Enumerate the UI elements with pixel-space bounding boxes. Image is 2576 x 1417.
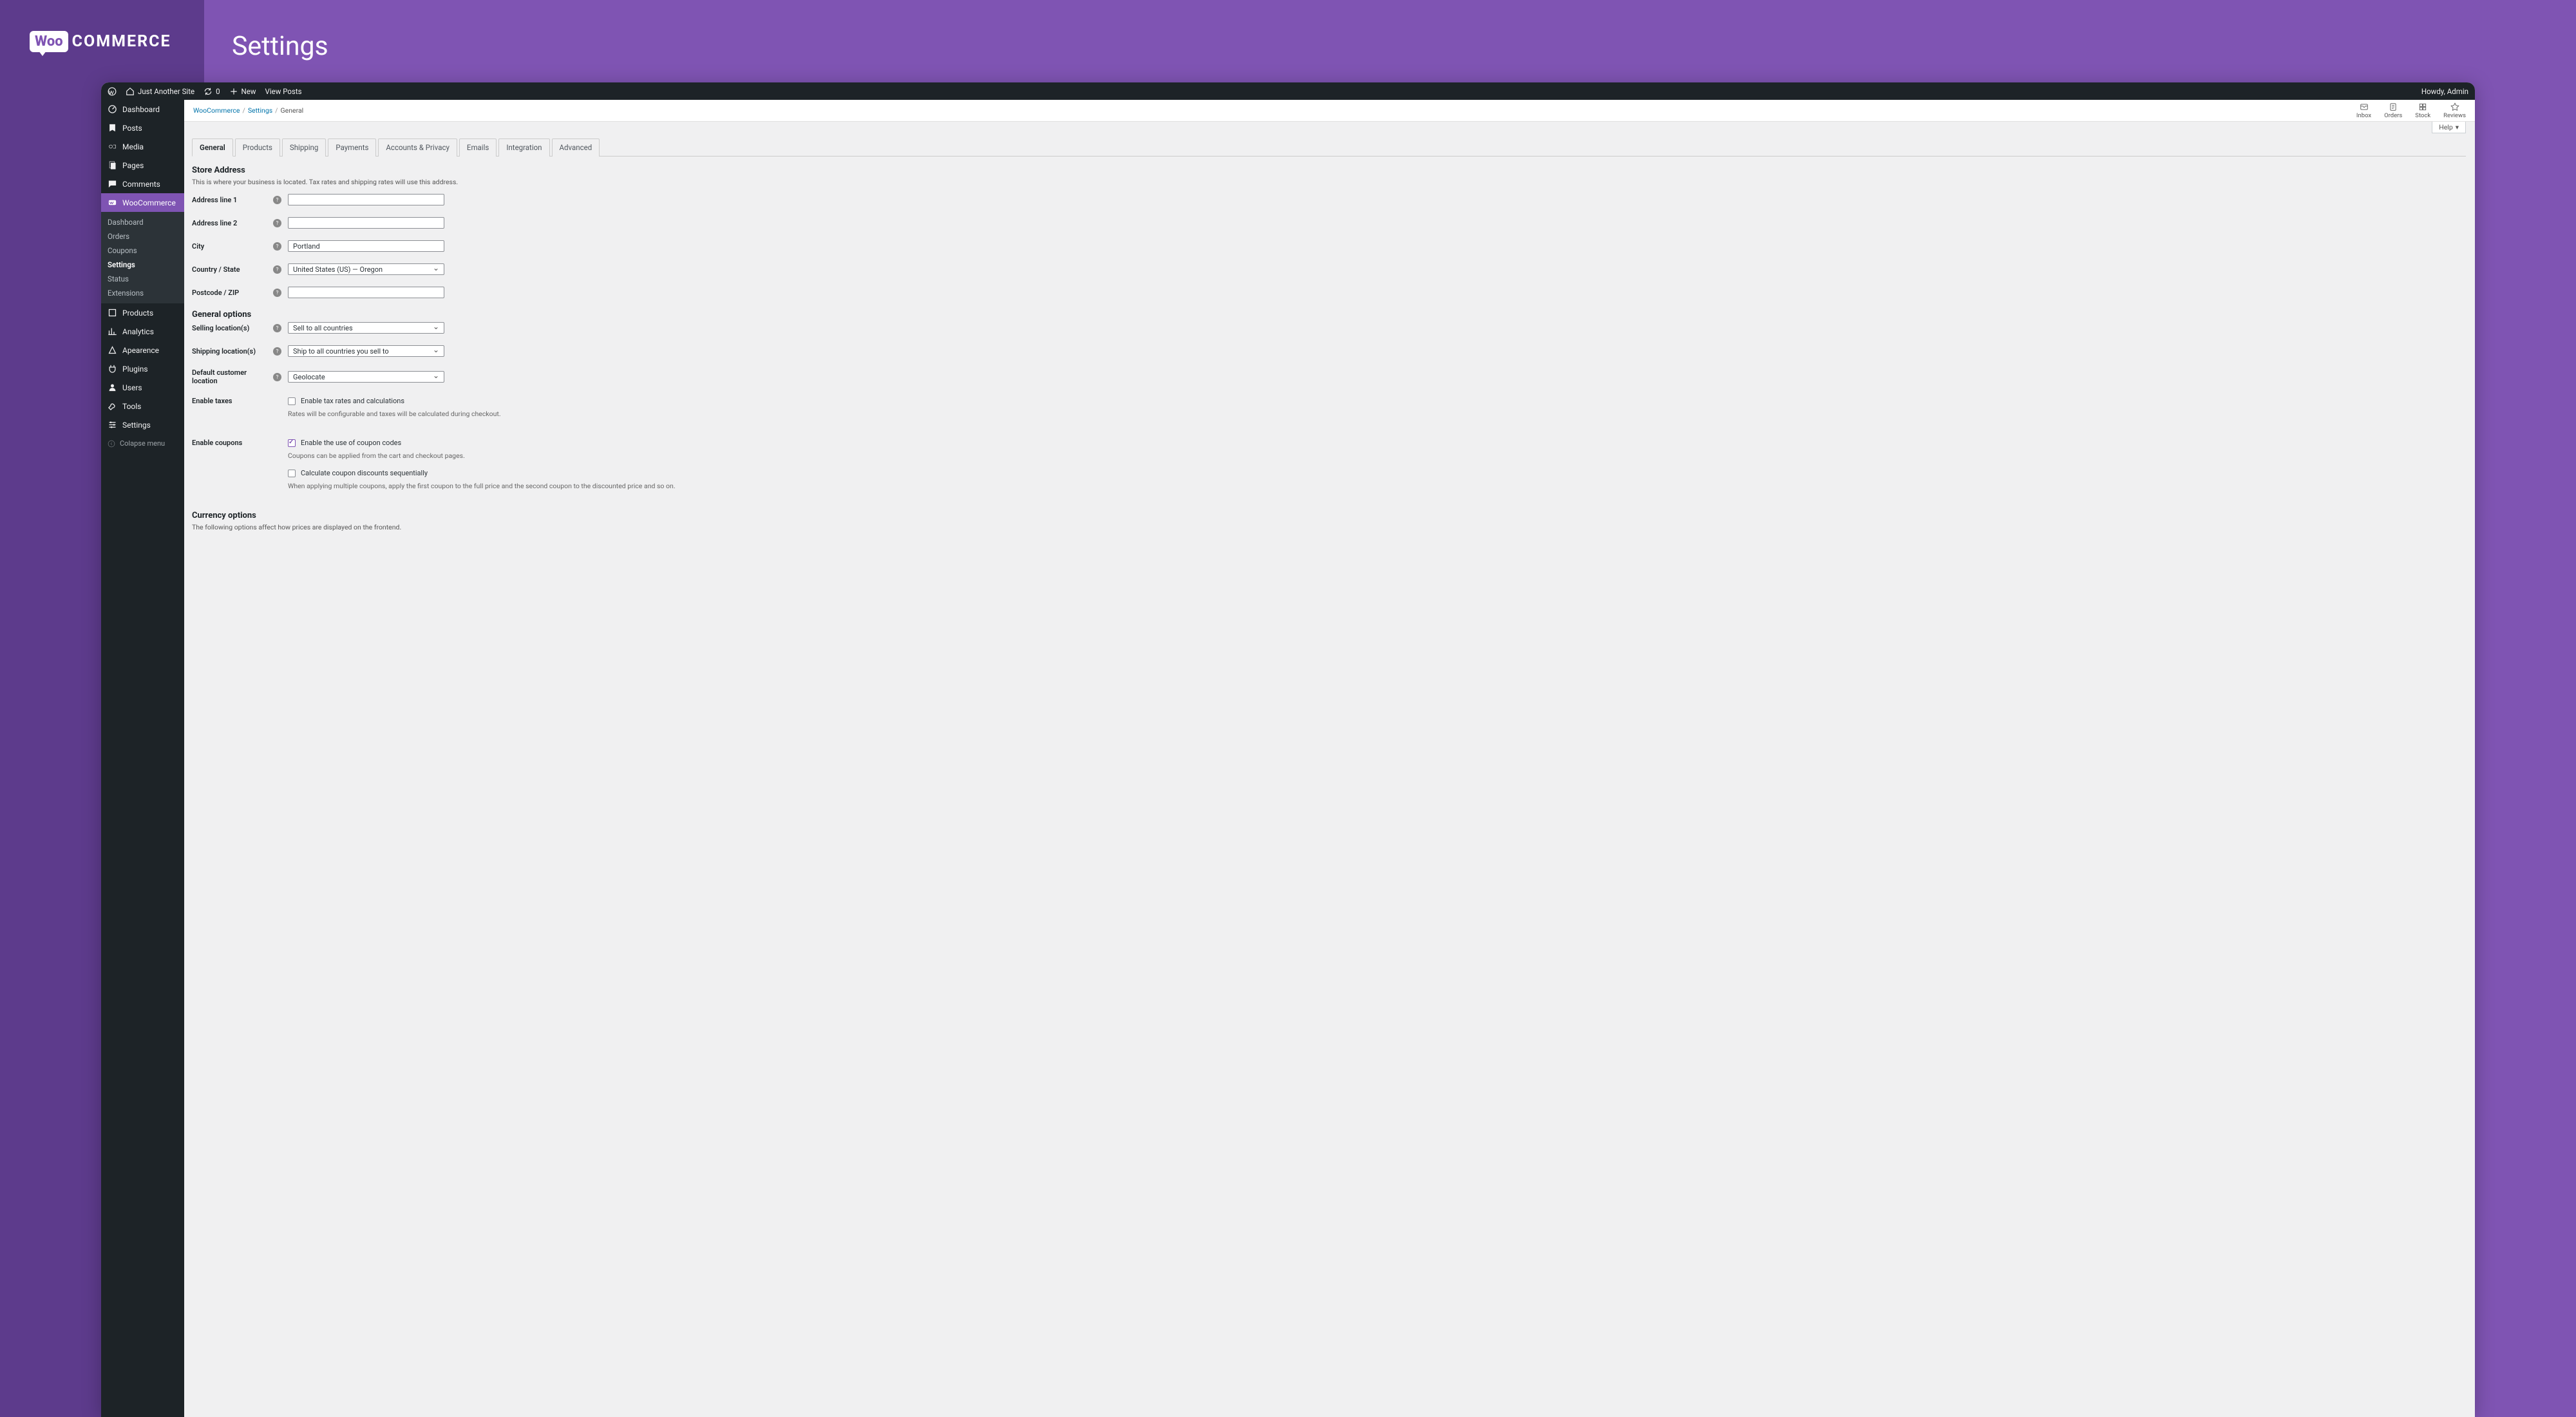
zip-label: Postcode / ZIP — [192, 289, 273, 297]
submenu-extensions[interactable]: Extensions — [101, 286, 184, 300]
sidebar-item-plugins[interactable]: Plugins — [101, 359, 184, 378]
tab-advanced[interactable]: Advanced — [552, 138, 600, 157]
help-icon[interactable]: ? — [273, 289, 281, 297]
submenu-coupons[interactable]: Coupons — [101, 243, 184, 258]
admin-bar: Just Another Site 0 New View Posts Howdy… — [101, 82, 2475, 100]
sidebar-item-media[interactable]: Media — [101, 137, 184, 156]
help-icon[interactable]: ? — [273, 373, 281, 381]
coupons-label: Enable coupons — [192, 439, 273, 447]
admin-sidebar: Dashboard Posts Media Pages Comments Woo… — [101, 100, 184, 1417]
sidebar-item-woocommerce[interactable]: WooCommerce — [101, 193, 184, 212]
breadcrumb: WooCommerce / Settings / General — [193, 106, 303, 115]
inbox-icon[interactable]: Inbox — [2356, 102, 2371, 119]
taxes-label: Enable taxes — [192, 397, 273, 405]
sidebar-item-products[interactable]: Products — [101, 303, 184, 322]
coupons-checkbox[interactable] — [288, 439, 296, 447]
tab-accounts[interactable]: Accounts & Privacy — [378, 138, 457, 157]
shipping-label: Shipping location(s) — [192, 347, 273, 356]
currency-heading: Currency options — [192, 511, 2466, 520]
submenu-dashboard[interactable]: Dashboard — [101, 215, 184, 229]
sidebar-item-comments[interactable]: Comments — [101, 175, 184, 193]
tab-payments[interactable]: Payments — [328, 138, 376, 157]
woocommerce-submenu: Dashboard Orders Coupons Settings Status… — [101, 212, 184, 303]
sidebar-item-users[interactable]: Users — [101, 378, 184, 397]
selling-label: Selling location(s) — [192, 324, 273, 332]
sidebar-item-pages[interactable]: Pages — [101, 156, 184, 175]
greeting[interactable]: Howdy, Admin — [2421, 87, 2468, 96]
sidebar-item-dashboard[interactable]: Dashboard — [101, 100, 184, 119]
help-icon[interactable]: ? — [273, 196, 281, 204]
stock-icon[interactable]: Stock — [2415, 102, 2430, 119]
taxes-help: Rates will be configurable and taxes wil… — [288, 410, 501, 418]
breadcrumb-settings[interactable]: Settings — [248, 106, 272, 115]
submenu-settings[interactable]: Settings — [101, 258, 184, 272]
submenu-status[interactable]: Status — [101, 272, 184, 286]
shipping-select[interactable]: Ship to all countries you sell to — [288, 345, 444, 357]
coupons-sequential-checkbox[interactable] — [288, 470, 296, 477]
taxes-checkbox-label: Enable tax rates and calculations — [301, 397, 404, 405]
wp-logo-icon[interactable] — [108, 87, 117, 96]
breadcrumb-woocommerce[interactable]: WooCommerce — [193, 106, 240, 115]
help-icon[interactable]: ? — [273, 324, 281, 332]
chevron-down-icon: ▾ — [2456, 123, 2459, 131]
tab-emails[interactable]: Emails — [459, 138, 497, 157]
sidebar-item-settings[interactable]: Settings — [101, 415, 184, 434]
page-title: Settings — [232, 31, 328, 62]
help-icon[interactable]: ? — [273, 347, 281, 356]
address2-input[interactable] — [288, 217, 444, 229]
city-input[interactable] — [288, 240, 444, 252]
store-address-heading: Store Address — [192, 166, 2466, 175]
tab-shipping[interactable]: Shipping — [282, 138, 326, 157]
breadcrumb-current: General — [281, 106, 304, 115]
address1-label: Address line 1 — [192, 196, 273, 204]
selling-select[interactable]: Sell to all countries — [288, 322, 444, 334]
coupons-checkbox-label: Enable the use of coupon codes — [301, 439, 401, 447]
sidebar-item-analytics[interactable]: Analytics — [101, 322, 184, 341]
coupons-sequential-label: Calculate coupon discounts sequentially — [301, 469, 428, 477]
orders-icon[interactable]: Orders — [2384, 102, 2402, 119]
sidebar-item-appearance[interactable]: Apearence — [101, 341, 184, 359]
new-link[interactable]: New — [229, 87, 256, 96]
collapse-menu[interactable]: Colapse menu — [101, 434, 184, 453]
tab-integration[interactable]: Integration — [498, 138, 549, 157]
taxes-checkbox[interactable] — [288, 397, 296, 405]
currency-desc: The following options affect how prices … — [192, 523, 2466, 531]
site-link[interactable]: Just Another Site — [126, 87, 194, 96]
general-options-heading: General options — [192, 310, 2466, 319]
reviews-icon[interactable]: Reviews — [2443, 102, 2466, 119]
coupons-sequential-help: When applying multiple coupons, apply th… — [288, 482, 676, 490]
sidebar-item-tools[interactable]: Tools — [101, 397, 184, 415]
defloc-select[interactable]: Geolocate — [288, 371, 444, 383]
help-icon[interactable]: ? — [273, 242, 281, 251]
tab-general[interactable]: General — [192, 138, 233, 157]
help-icon[interactable]: ? — [273, 265, 281, 274]
updates-link[interactable]: 0 — [204, 87, 220, 96]
country-select[interactable]: United States (US) — Oregon — [288, 263, 444, 275]
sidebar-item-posts[interactable]: Posts — [101, 119, 184, 137]
address2-label: Address line 2 — [192, 219, 273, 227]
city-label: City — [192, 242, 273, 251]
settings-tabs: General Products Shipping Payments Accou… — [192, 138, 2466, 157]
view-posts-link[interactable]: View Posts — [265, 87, 302, 96]
coupons-help: Coupons can be applied from the cart and… — [288, 452, 676, 460]
defloc-label: Default customer location — [192, 368, 273, 385]
address1-input[interactable] — [288, 194, 444, 205]
help-icon[interactable]: ? — [273, 219, 281, 227]
help-tab[interactable]: Help ▾ — [2432, 122, 2466, 133]
country-label: Country / State — [192, 265, 273, 274]
tab-products[interactable]: Products — [235, 138, 280, 157]
store-address-desc: This is where your business is located. … — [192, 178, 2466, 186]
submenu-orders[interactable]: Orders — [101, 229, 184, 243]
woocommerce-logo: Woo COMMERCE — [30, 31, 171, 52]
zip-input[interactable] — [288, 287, 444, 298]
